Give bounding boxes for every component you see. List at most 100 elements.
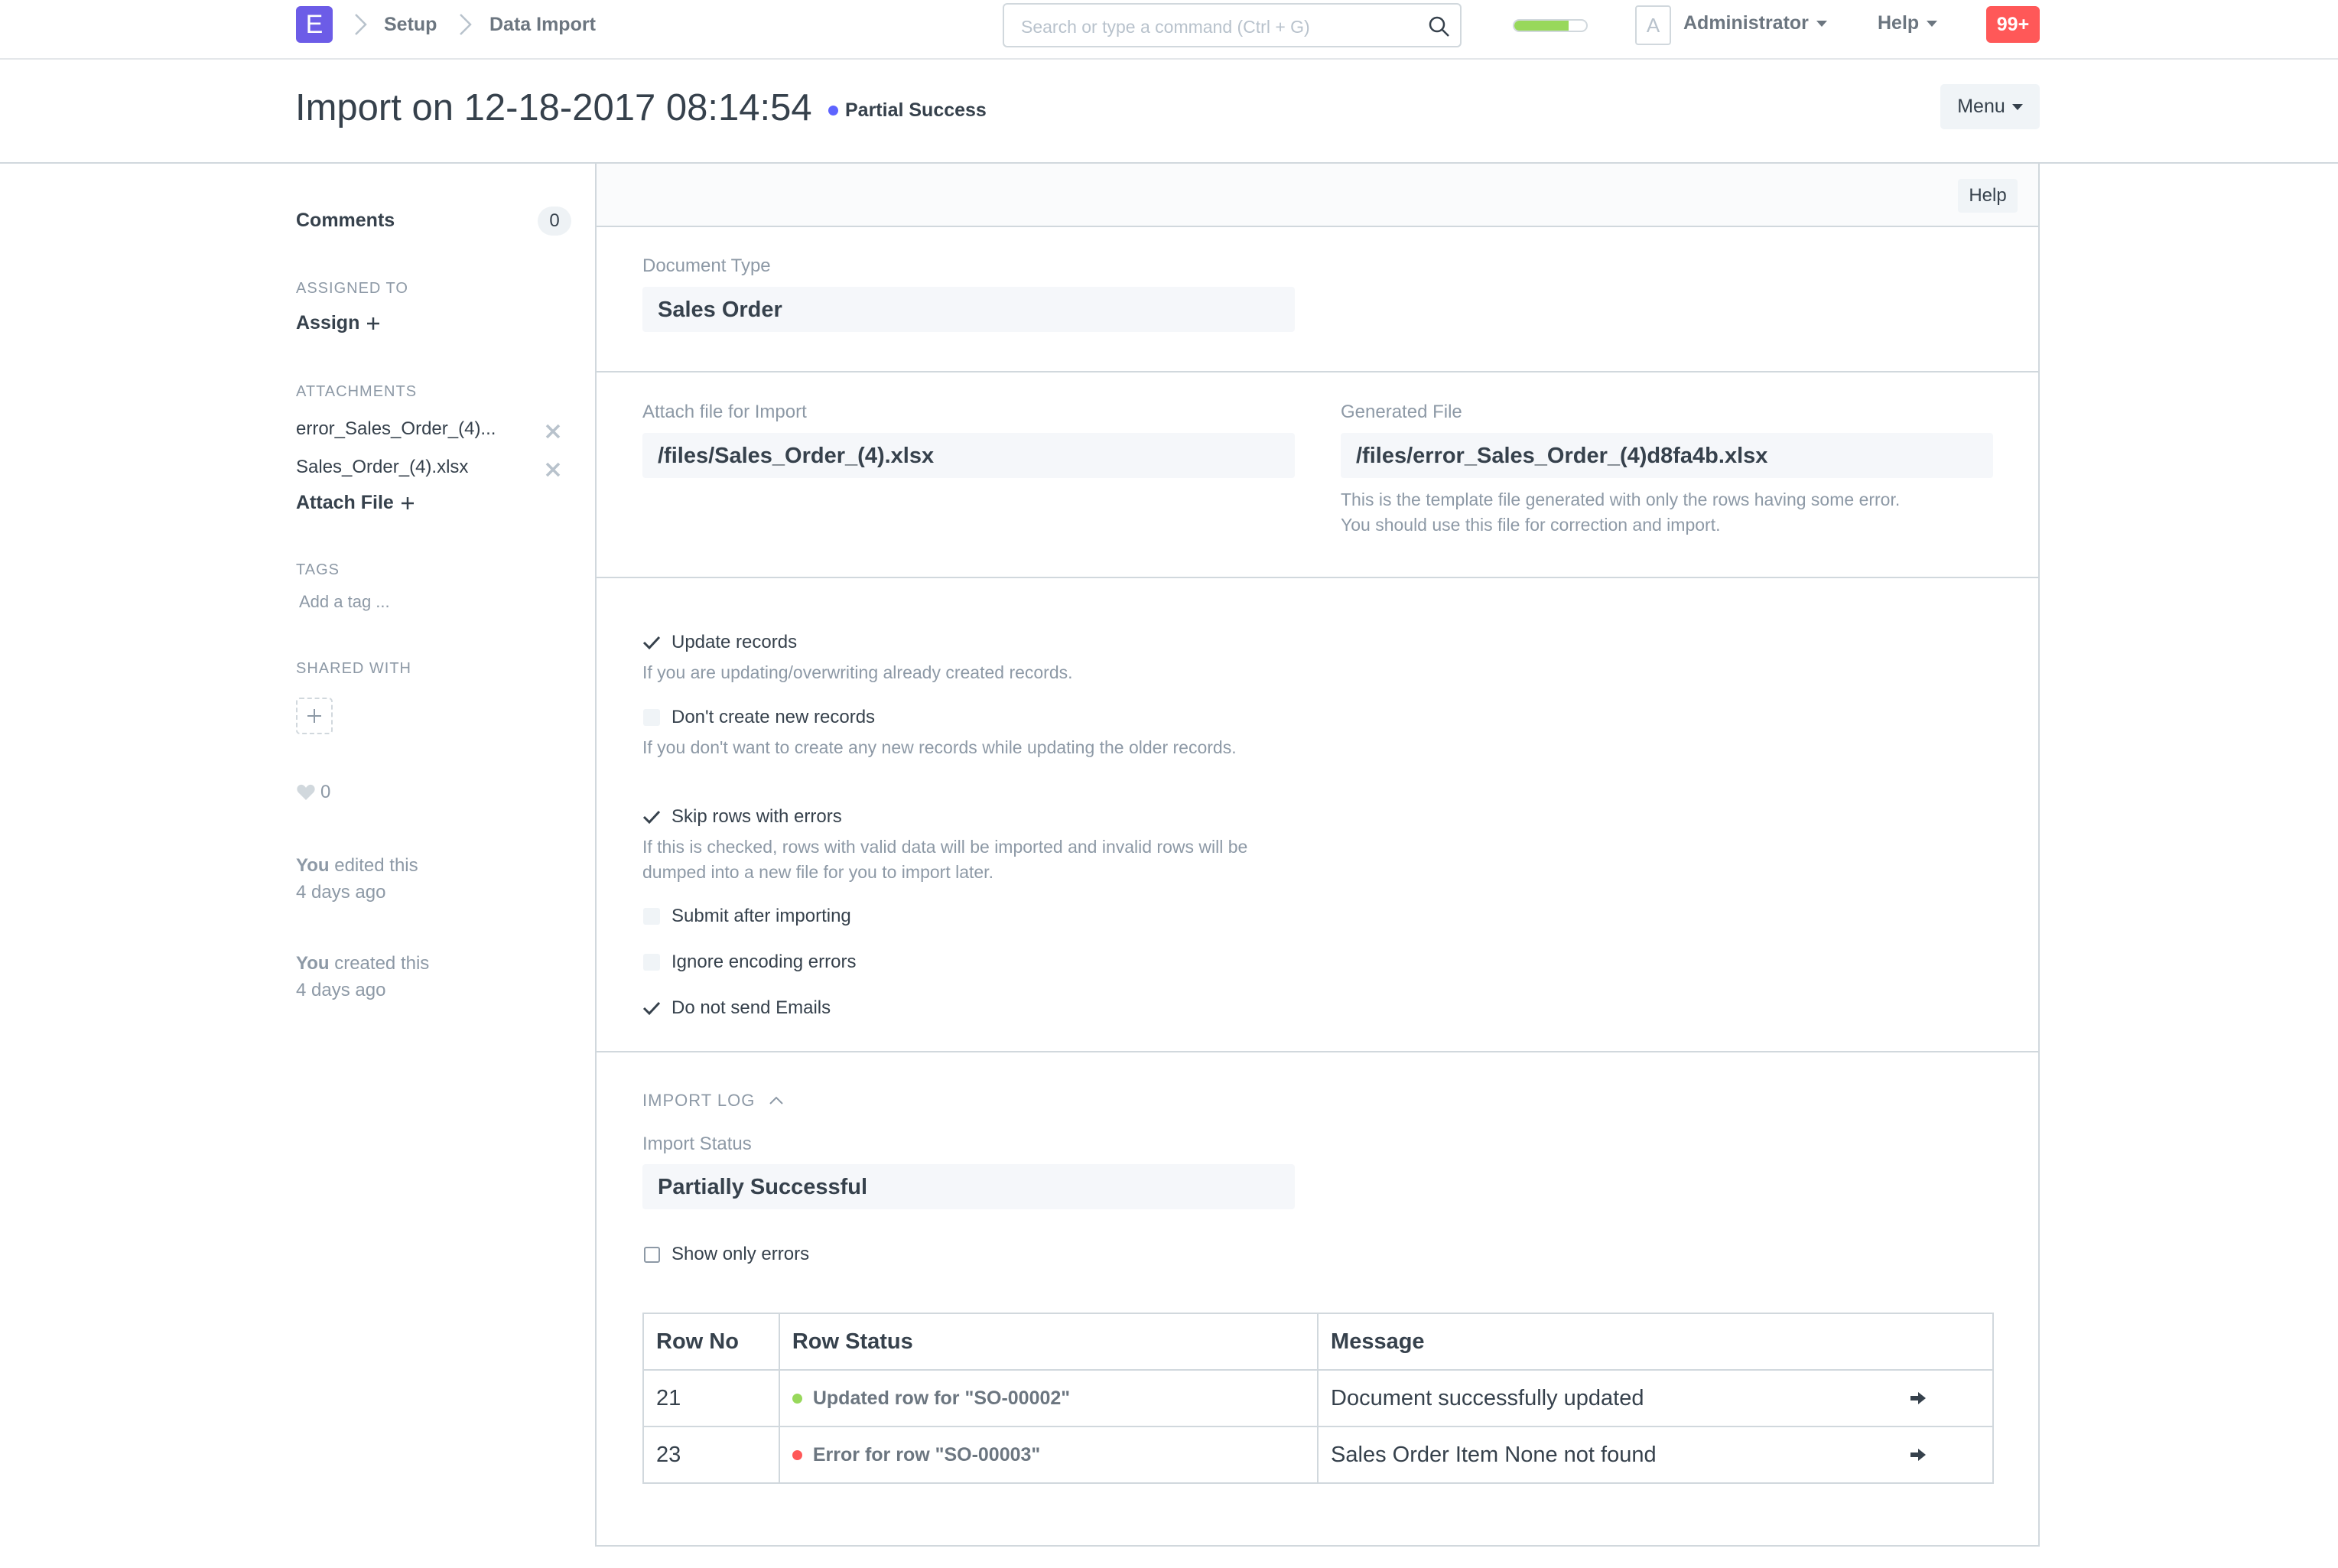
tags-label: TAGS	[296, 561, 340, 578]
checkbox-description: If this is checked, rows with valid data…	[642, 837, 1248, 882]
row-status-cell: Updated row for "SO-00002"	[778, 1369, 1319, 1427]
shared-with-label: SHARED WITH	[296, 660, 411, 677]
comments-link[interactable]: Comments	[296, 210, 395, 232]
skip-rows-with-errors-checkbox[interactable]: Skip rows with errors	[642, 806, 842, 828]
attach-file-button[interactable]: Attach File	[296, 492, 415, 514]
avatar-letter: A	[1646, 13, 1660, 37]
import-log-header[interactable]: IMPORT LOG	[642, 1091, 784, 1111]
menu-button-label: Menu	[1957, 96, 2005, 117]
attach-file-label: Attach file for Import	[642, 402, 807, 422]
like-button[interactable]: 0	[296, 782, 330, 803]
submit-after-importing-checkbox[interactable]: Submit after importing	[642, 906, 851, 927]
generated-file-field[interactable]: /files/error_Sales_Order_(4)d8fa4b.xlsx	[1341, 433, 1993, 478]
comments-count-badge: 0	[538, 207, 571, 236]
breadcrumb-setup[interactable]: Setup	[384, 14, 437, 36]
help-menu[interactable]: Help	[1878, 12, 1938, 34]
attachment-link[interactable]: error_Sales_Order_(4)...	[296, 418, 496, 440]
sync-progress-bar	[1513, 19, 1588, 32]
breadcrumb-data-import[interactable]: Data Import	[489, 14, 596, 36]
unchecked-box	[643, 908, 660, 925]
message-cell: Sales Order Item None not found	[1317, 1426, 1994, 1484]
message-text: Sales Order Item None not found	[1331, 1442, 1657, 1467]
notifications-badge[interactable]: 99+	[1986, 6, 2040, 43]
heart-icon	[297, 784, 315, 800]
dont-create-new-records-checkbox[interactable]: Don't create new records	[642, 707, 875, 728]
user-menu-label: Administrator	[1683, 12, 1809, 34]
avatar[interactable]: A	[1635, 5, 1671, 45]
checkbox-box	[642, 907, 661, 926]
help-menu-label: Help	[1878, 12, 1920, 34]
show-only-errors-checkbox[interactable]: Show only errors	[642, 1244, 809, 1265]
status-label: Partial Success	[845, 99, 987, 121]
row-no-cell: 23	[642, 1426, 780, 1484]
generated-file-desc-line: You should use this file for correction …	[1341, 515, 1721, 535]
ignore-encoding-errors-checkbox[interactable]: Ignore encoding errors	[642, 952, 856, 973]
menu-button[interactable]: Menu	[1940, 84, 2040, 129]
assign-button[interactable]: Assign	[296, 312, 381, 334]
status-indicator: Partial Success	[828, 99, 987, 122]
caret-down-icon	[1927, 20, 1938, 27]
page-head: Import on 12-18-2017 08:14:54 Partial Su…	[0, 60, 2338, 164]
caret-down-icon	[1816, 20, 1827, 27]
search-placeholder: Search or type a command (Ctrl + G)	[1021, 17, 1310, 37]
add-tag-input[interactable]: Add a tag ...	[299, 592, 390, 612]
plus-icon	[367, 317, 380, 330]
status-dot	[792, 1449, 802, 1460]
checkbox-label: Update records	[671, 632, 798, 652]
checkmark-icon	[642, 633, 661, 652]
column-header: Row No	[642, 1313, 780, 1371]
app-logo-letter: E	[305, 9, 324, 39]
do-not-send-emails-checkbox[interactable]: Do not send Emails	[642, 997, 831, 1019]
remove-attachment-icon[interactable]	[544, 422, 562, 441]
import-status-field: Partially Successful	[642, 1164, 1295, 1209]
attach-file-label: Attach File	[296, 492, 394, 513]
timeline-time: 4 days ago	[296, 980, 386, 1000]
timeline-action: edited this	[334, 855, 418, 876]
assigned-to-label: ASSIGNED TO	[296, 280, 408, 297]
app-logo[interactable]: E	[296, 6, 333, 43]
unchecked-box	[643, 1246, 660, 1263]
checkbox-label: Don't create new records	[671, 707, 876, 727]
timeline-user: You	[296, 953, 330, 974]
progress-fill	[1514, 21, 1569, 31]
form-layout: Help Document Type Sales Order Attach fi…	[595, 164, 2040, 1547]
arrow-right-icon[interactable]	[1910, 1391, 1927, 1406]
user-menu[interactable]: Administrator	[1683, 12, 1827, 34]
checkbox-label: Submit after importing	[671, 906, 851, 926]
checkbox-label: Skip rows with errors	[671, 806, 842, 827]
generated-file-label: Generated File	[1341, 402, 1462, 422]
timeline-item: You edited this 4 days ago	[296, 852, 418, 906]
search-icon[interactable]	[1428, 15, 1451, 38]
remove-attachment-icon[interactable]	[544, 460, 562, 479]
timeline-action: created this	[334, 953, 430, 974]
checkbox-box	[642, 708, 661, 727]
help-button[interactable]: Help	[1958, 179, 2018, 213]
table-row: 23 Error for row "SO-00003" Sales Order …	[642, 1426, 1994, 1484]
checkbox-box	[642, 953, 661, 971]
options-section: Update records If you are updating/overw…	[597, 578, 2038, 1052]
checkbox-description: If you don't want to create any new reco…	[642, 737, 1237, 757]
checkmark-icon	[642, 808, 661, 826]
chevron-up-icon	[769, 1096, 784, 1104]
attach-file-field[interactable]: /files/Sales_Order_(4).xlsx	[642, 433, 1295, 478]
message-text: Document successfully updated	[1331, 1385, 1644, 1410]
unchecked-box	[643, 709, 660, 726]
update-records-checkbox[interactable]: Update records	[642, 632, 797, 653]
row-status-cell: Error for row "SO-00003"	[778, 1426, 1319, 1484]
timeline-item: You created this 4 days ago	[296, 950, 429, 1004]
document-type-field[interactable]: Sales Order	[642, 287, 1295, 332]
add-share-button[interactable]	[296, 698, 333, 734]
timeline-time: 4 days ago	[296, 882, 386, 903]
search-input[interactable]: Search or type a command (Ctrl + G)	[1003, 3, 1462, 47]
table-header-row: Row No Row Status Message	[642, 1313, 1994, 1371]
import-log-table: Row No Row Status Message 21 Updated row…	[642, 1313, 1994, 1484]
notifications-count: 99+	[1996, 13, 2030, 35]
like-count: 0	[320, 782, 331, 802]
arrow-right-icon[interactable]	[1910, 1447, 1927, 1462]
assign-label: Assign	[296, 312, 360, 333]
plus-icon	[307, 709, 321, 723]
status-dot	[792, 1393, 802, 1404]
checkbox-label: Show only errors	[671, 1244, 810, 1264]
files-section: Attach file for Import /files/Sales_Orde…	[597, 372, 2038, 578]
attachment-link[interactable]: Sales_Order_(4).xlsx	[296, 457, 468, 478]
